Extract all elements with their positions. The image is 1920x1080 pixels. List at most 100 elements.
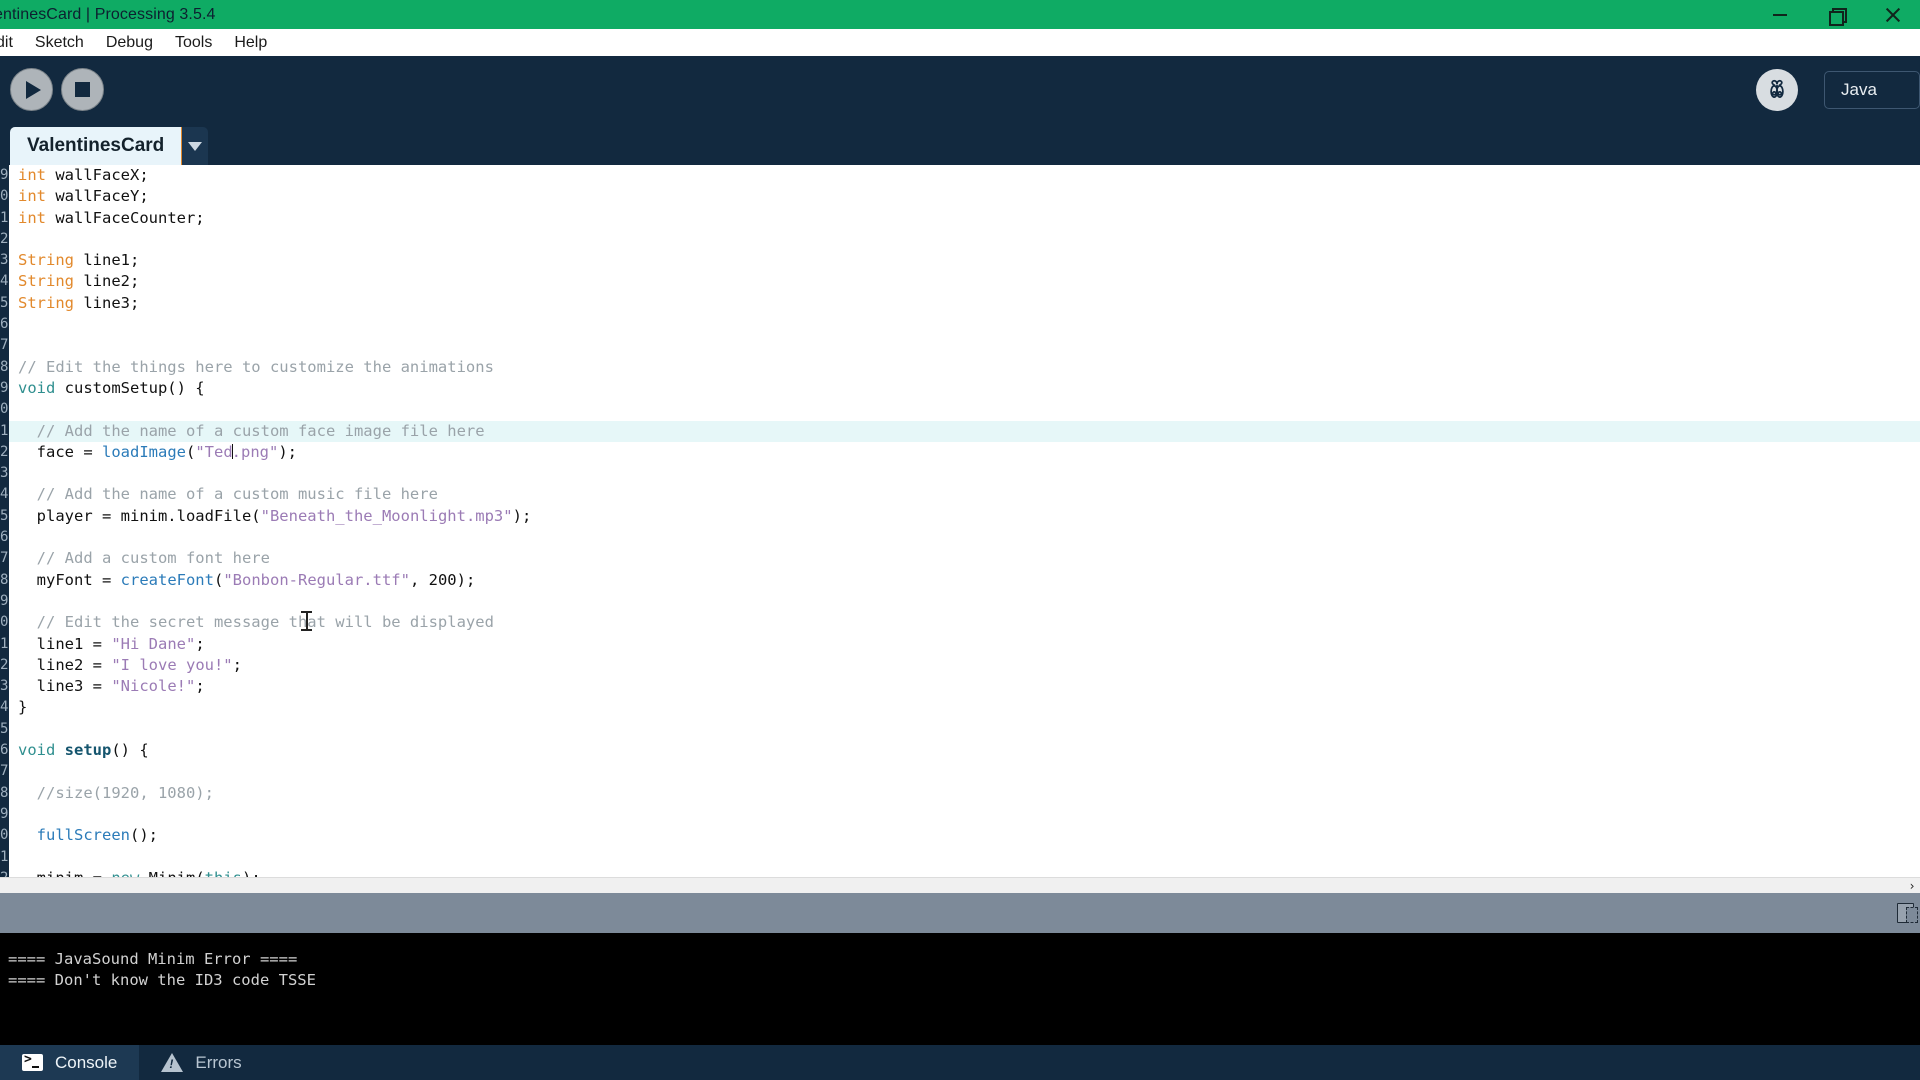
tab-console[interactable]: Console: [0, 1045, 140, 1080]
code-token: int: [18, 187, 46, 206]
code-token: face =: [18, 442, 102, 461]
line-number: 5: [0, 507, 9, 524]
line-number: 2: [0, 443, 9, 460]
code-line[interactable]: [9, 463, 1920, 484]
code-line[interactable]: [9, 229, 1920, 250]
code-token: String: [18, 293, 74, 312]
code-token: line3 =: [18, 677, 112, 696]
code-line[interactable]: // Add a custom font here: [9, 548, 1920, 569]
code-token: // Add the name of a custom face image f…: [18, 421, 485, 440]
code-line[interactable]: // Add the name of a custom face image f…: [9, 420, 1920, 442]
code-token: void: [18, 741, 56, 760]
code-line[interactable]: String line3;: [9, 293, 1920, 314]
line-number: 7: [0, 550, 9, 567]
menu-item-debug[interactable]: Debug: [95, 29, 164, 56]
line-number: 1: [0, 635, 9, 652]
code-token: .png": [231, 442, 279, 461]
code-token: );: [512, 506, 532, 525]
line-number: 6: [0, 316, 9, 333]
code-line[interactable]: // Edit the things here to customize the…: [9, 357, 1920, 378]
close-button[interactable]: [1864, 0, 1920, 29]
editor-console-divider[interactable]: [0, 893, 1920, 933]
code-editor[interactable]: 9 0 1 2 3 4 5 6 7 8 9 0 1 2 3 4 5 6 7 8 9 0 1 2 3 4 5 6 7 8 9 0 1 2 int w…: [0, 165, 1920, 877]
code-token: "Bonbon-Regular.ttf": [223, 570, 410, 589]
code-line[interactable]: myFont = createFont("Bonbon-Regular.ttf"…: [9, 570, 1920, 591]
bottom-tab-bar: Console Errors: [0, 1045, 1920, 1080]
code-text-area[interactable]: int wallFaceX; int wallFaceY; int wallFace…: [9, 165, 1920, 877]
scroll-right-arrow-icon[interactable]: ›: [1904, 878, 1920, 894]
code-line[interactable]: fullScreen();: [9, 825, 1920, 846]
code-token: );: [278, 442, 298, 461]
code-line[interactable]: [9, 719, 1920, 740]
menu-item-tools[interactable]: Tools: [164, 29, 223, 56]
terminal-icon: [22, 1052, 43, 1071]
code-token: ();: [130, 826, 158, 845]
code-line[interactable]: line1 = "Hi Dane";: [9, 634, 1920, 655]
editor-horizontal-scrollbar[interactable]: ›: [0, 877, 1920, 893]
code-line[interactable]: line3 = "Nicole!";: [9, 676, 1920, 697]
code-line[interactable]: [9, 761, 1920, 782]
code-line[interactable]: // Add the name of a custom music file h…: [9, 484, 1920, 505]
code-token: "Hi Dane": [111, 634, 196, 653]
code-token: ;: [232, 655, 242, 674]
code-token: (: [213, 570, 224, 589]
menu-item-edit[interactable]: dit: [0, 29, 24, 56]
code-line[interactable]: int wallFaceX;: [9, 165, 1920, 186]
code-line[interactable]: }: [9, 697, 1920, 718]
line-number: 3: [0, 465, 9, 482]
run-button[interactable]: [10, 68, 53, 111]
line-number: 6: [0, 529, 9, 546]
code-line[interactable]: String line2;: [9, 271, 1920, 292]
code-line[interactable]: [9, 335, 1920, 356]
line-number: 9: [0, 379, 9, 396]
code-token: fullScreen: [36, 826, 130, 845]
code-line[interactable]: minim = new Minim(this);: [9, 868, 1920, 877]
code-line[interactable]: face = loadImage("Ted.png");: [9, 442, 1920, 463]
sketch-tab-valentinescard[interactable]: ValentinesCard: [10, 127, 185, 165]
code-line[interactable]: player = minim.loadFile("Beneath_the_Moo…: [9, 506, 1920, 527]
code-token: // Edit the things here to customize the…: [18, 357, 494, 376]
code-line[interactable]: String line1;: [9, 250, 1920, 271]
code-line[interactable]: [9, 847, 1920, 868]
line-number: 4: [0, 486, 9, 503]
code-token: line1 =: [18, 634, 112, 653]
line-number: 9: [0, 805, 9, 822]
code-token: line2 =: [18, 655, 112, 674]
tab-errors-label: Errors: [195, 1052, 242, 1072]
line-number: 0: [0, 188, 9, 205]
close-icon: [1885, 8, 1899, 22]
console-line: ==== Don't know the ID3 code TSSE: [8, 971, 316, 989]
code-line[interactable]: [9, 314, 1920, 335]
line-number: 1: [0, 422, 9, 439]
code-line[interactable]: //size(1920, 1080);: [9, 783, 1920, 804]
minimize-button[interactable]: [1752, 0, 1808, 29]
line-number-gutter: 9 0 1 2 3 4 5 6 7 8 9 0 1 2 3 4 5 6 7 8 9 0 1 2 3 4 5 6 7 8 9 0 1 2: [0, 165, 9, 877]
code-line[interactable]: [9, 804, 1920, 825]
code-line[interactable]: // Edit the secret message that will be …: [9, 612, 1920, 633]
mode-selector-button[interactable]: Java: [1824, 70, 1920, 109]
resize-handle-icon[interactable]: [1897, 903, 1918, 923]
code-line[interactable]: [9, 591, 1920, 612]
bug-icon: [1770, 79, 1784, 98]
line-number: 2: [0, 230, 9, 247]
code-token: }: [18, 698, 28, 717]
stop-icon: [75, 82, 90, 97]
tab-menu-button[interactable]: [182, 127, 208, 165]
code-token: minim =: [18, 869, 111, 877]
menu-item-help[interactable]: Help: [223, 29, 278, 56]
code-line[interactable]: void setup() {: [9, 740, 1920, 761]
code-line[interactable]: [9, 527, 1920, 548]
code-line[interactable]: line2 = "I love you!";: [9, 655, 1920, 676]
stop-button[interactable]: [61, 68, 104, 111]
code-line[interactable]: int wallFaceCounter;: [9, 208, 1920, 229]
play-icon: [26, 80, 41, 99]
line-number: 0: [0, 614, 9, 631]
code-line[interactable]: void customSetup() {: [9, 378, 1920, 399]
code-line[interactable]: [9, 399, 1920, 420]
restore-button[interactable]: [1808, 0, 1864, 29]
code-line[interactable]: int wallFaceY;: [9, 186, 1920, 207]
debugger-button[interactable]: [1756, 68, 1798, 111]
tab-errors[interactable]: Errors: [139, 1045, 263, 1080]
code-token: myFont =: [18, 570, 121, 589]
menu-item-sketch[interactable]: Sketch: [24, 29, 95, 56]
